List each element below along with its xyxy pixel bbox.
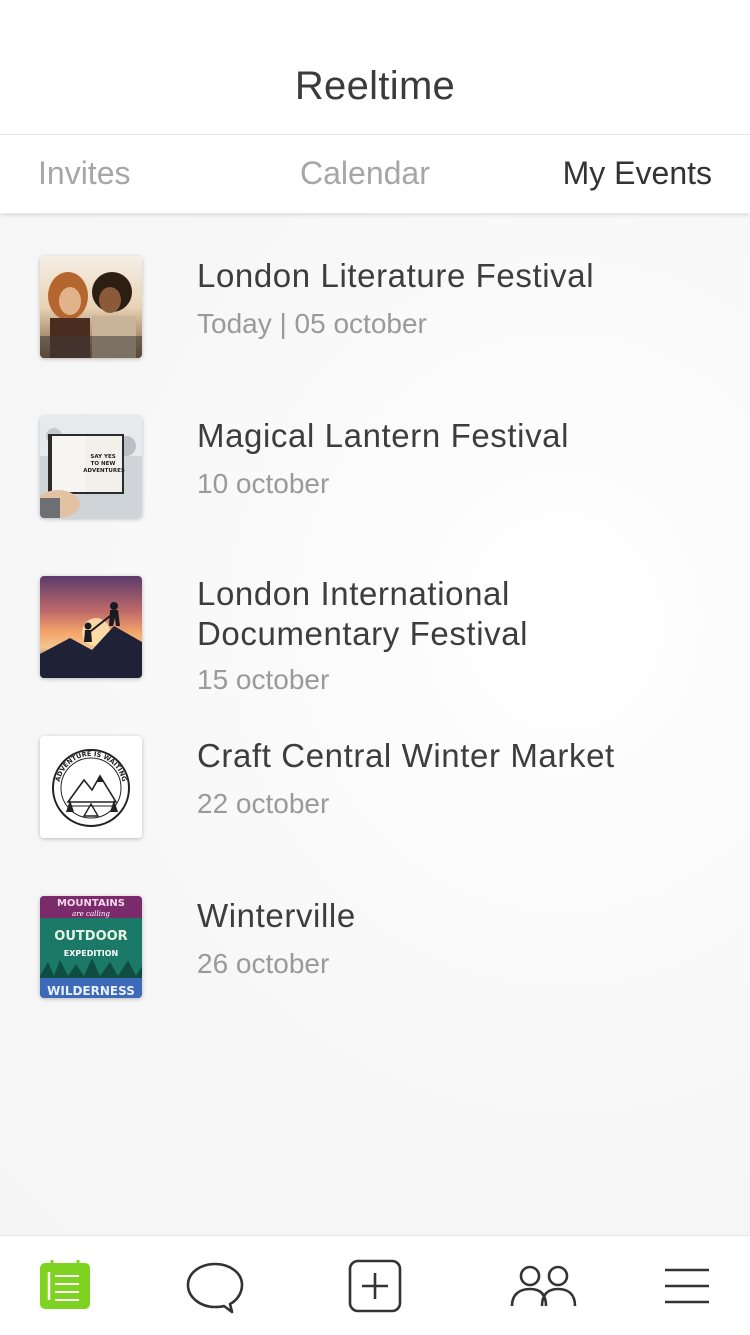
hikers-sunset-photo xyxy=(40,576,142,678)
tab-calendar[interactable]: Calendar xyxy=(300,155,430,192)
chat-bubble-icon xyxy=(186,1262,244,1314)
nav-add-button[interactable] xyxy=(340,1258,410,1314)
event-date: 22 october xyxy=(197,788,330,819)
notebook-photo: SAY YES TO NEW ADVENTURES xyxy=(40,416,142,518)
event-thumbnail: SAY YES TO NEW ADVENTURES xyxy=(40,416,142,518)
poster-wilderness-text: WILDERNESS xyxy=(47,984,135,998)
two-women-selfie-photo xyxy=(40,256,142,358)
bottom-navigation xyxy=(0,1235,750,1335)
event-title: Craft Central Winter Market xyxy=(197,737,615,774)
tab-invites[interactable]: Invites xyxy=(38,155,130,192)
nav-menu-button[interactable] xyxy=(652,1258,722,1314)
app-header: Reeltime xyxy=(0,0,750,135)
event-title: Magical Lantern Festival xyxy=(197,417,570,454)
event-date: 15 october xyxy=(197,664,330,695)
outdoor-poster-illustration: MOUNTAINS are calling OUTDOOR EXPEDITION… xyxy=(40,896,142,998)
poster-expedition-text: EXPEDITION xyxy=(64,949,119,958)
nav-events-button[interactable] xyxy=(30,1258,100,1314)
nav-friends-button[interactable] xyxy=(508,1258,578,1314)
add-square-icon xyxy=(348,1259,402,1313)
event-thumbnail: ADVENTURE IS WAITING xyxy=(40,736,142,838)
event-date: 26 october xyxy=(197,948,330,979)
menu-icon xyxy=(665,1268,709,1304)
app-title: Reeltime xyxy=(294,64,456,108)
poster-calling-text: are calling xyxy=(72,910,110,918)
event-thumbnail xyxy=(40,256,142,358)
event-thumbnail xyxy=(40,576,142,678)
event-date: 10 october xyxy=(197,468,330,499)
tab-my-events[interactable]: My Events xyxy=(563,155,712,192)
event-title: London Literature Festival xyxy=(197,257,595,294)
nav-chat-button[interactable] xyxy=(180,1258,250,1314)
event-list: London Literature Festival Today | 05 oc… xyxy=(0,214,750,1235)
poster-outdoor-text: OUTDOOR xyxy=(54,929,127,944)
poster-top-text: MOUNTAINS xyxy=(57,898,125,909)
event-title: London International Documentary Festiva… xyxy=(197,575,529,652)
tab-bar: Invites Calendar My Events xyxy=(0,135,750,213)
event-date: Today | 05 october xyxy=(197,308,427,339)
people-icon xyxy=(510,1265,577,1307)
calendar-list-icon xyxy=(40,1260,90,1309)
event-thumbnail: MOUNTAINS are calling OUTDOOR EXPEDITION… xyxy=(40,896,142,998)
event-title: Winterville xyxy=(197,897,356,934)
adventure-badge-illustration: ADVENTURE IS WAITING xyxy=(40,736,142,838)
